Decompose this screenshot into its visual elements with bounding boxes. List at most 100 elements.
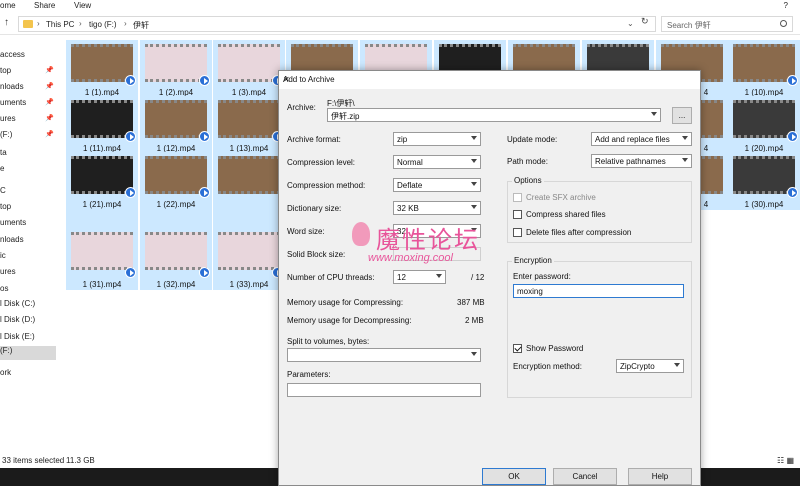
memory-decompress-value: 2 MB bbox=[465, 316, 484, 325]
chevron-down-icon bbox=[471, 182, 477, 186]
file-tile[interactable]: 1 (30).mp4 bbox=[728, 152, 800, 210]
split-volumes-combo[interactable] bbox=[287, 348, 481, 362]
up-arrow-icon[interactable]: ↑ bbox=[4, 17, 9, 28]
pin-icon: 📌 bbox=[45, 115, 54, 122]
video-thumbnail bbox=[733, 156, 795, 194]
file-tile[interactable]: 1 (3).mp4 bbox=[213, 40, 285, 98]
sidebar-item[interactable]: ures 📌 bbox=[0, 114, 56, 128]
update-mode-select[interactable]: Add and replace files bbox=[591, 132, 692, 146]
show-password-checkbox[interactable] bbox=[513, 344, 522, 353]
sidebar-item[interactable]: nloads bbox=[0, 235, 56, 249]
dictionary-size-label: Dictionary size: bbox=[287, 204, 342, 213]
ribbon-tab-share[interactable]: Share bbox=[34, 1, 55, 10]
password-input[interactable]: moxing bbox=[513, 284, 684, 298]
chevron-down-icon bbox=[471, 352, 477, 356]
sidebar-item[interactable]: top bbox=[0, 202, 56, 216]
file-tile[interactable]: 1 (33).mp4 bbox=[213, 210, 285, 290]
video-thumbnail bbox=[145, 232, 207, 270]
chevron-down-icon[interactable]: ⌄ bbox=[627, 19, 634, 28]
file-tile[interactable]: 1 (32).mp4 bbox=[140, 210, 212, 290]
selection-count: 33 items selected bbox=[2, 456, 65, 465]
sidebar-item[interactable]: ic bbox=[0, 251, 56, 265]
play-icon bbox=[199, 187, 210, 198]
parameters-input[interactable] bbox=[287, 383, 481, 397]
play-icon bbox=[125, 267, 136, 278]
sidebar-item[interactable]: os bbox=[0, 284, 56, 298]
sidebar-item-selected[interactable]: (F:) bbox=[0, 346, 56, 360]
video-thumbnail bbox=[218, 100, 280, 138]
file-tile[interactable]: 1 (22).mp4 bbox=[140, 152, 212, 210]
sidebar-item[interactable]: C bbox=[0, 186, 56, 200]
watermark-title: 魔性论坛 bbox=[376, 226, 480, 254]
file-tile[interactable]: 1 (12).mp4 bbox=[140, 96, 212, 154]
add-to-archive-dialog: Add to Archive ✕ Archive: F:\伊轩\ 伊轩.zip … bbox=[278, 70, 701, 486]
sidebar-item[interactable]: l Disk (E:) bbox=[0, 332, 56, 346]
search-input[interactable]: Search 伊轩 bbox=[661, 16, 793, 32]
file-tile[interactable]: 1 (1).mp4 bbox=[66, 40, 138, 98]
sidebar-item[interactable]: access bbox=[0, 50, 56, 64]
compression-method-select[interactable]: Deflate bbox=[393, 178, 481, 192]
sidebar-item[interactable]: ork bbox=[0, 368, 56, 382]
view-mode-icons[interactable]: ☷ ▦ bbox=[777, 456, 794, 465]
video-thumbnail bbox=[733, 44, 795, 82]
sidebar-item[interactable]: uments bbox=[0, 218, 56, 232]
sidebar-item[interactable]: uments 📌 bbox=[0, 98, 56, 112]
sidebar-item[interactable]: nloads 📌 bbox=[0, 82, 56, 96]
sfx-checkbox[interactable] bbox=[513, 193, 522, 202]
ribbon-tab-view[interactable]: View bbox=[74, 1, 91, 10]
breadcrumb-this-pc[interactable]: This PC bbox=[46, 20, 74, 29]
video-thumbnail bbox=[71, 100, 133, 138]
sidebar-item[interactable]: top 📌 bbox=[0, 66, 56, 80]
compression-level-select[interactable]: Normal bbox=[393, 155, 481, 169]
file-tile[interactable]: 1 (2).mp4 bbox=[140, 40, 212, 98]
cpu-threads-label: Number of CPU threads: bbox=[287, 273, 375, 282]
refresh-icon[interactable]: ↻ bbox=[641, 16, 649, 27]
chevron-right-icon: › bbox=[37, 19, 40, 28]
archive-format-select[interactable]: zip bbox=[393, 132, 481, 146]
chevron-right-icon: › bbox=[79, 19, 82, 28]
compress-shared-checkbox[interactable] bbox=[513, 210, 522, 219]
encryption-method-select[interactable]: ZipCrypto bbox=[616, 359, 684, 373]
play-icon bbox=[787, 131, 798, 142]
address-box[interactable]: › This PC › tigo (F:) › 伊轩 ⌄ bbox=[18, 16, 656, 32]
close-icon[interactable]: ✕ bbox=[283, 75, 694, 84]
cancel-button[interactable]: Cancel bbox=[553, 468, 617, 485]
sidebar-item[interactable]: l Disk (C:) bbox=[0, 299, 56, 313]
file-tile[interactable] bbox=[213, 152, 285, 210]
sidebar-item[interactable]: ta bbox=[0, 148, 56, 162]
help-button[interactable]: Help bbox=[628, 468, 692, 485]
sidebar-item[interactable]: (F:) 📌 bbox=[0, 130, 56, 144]
browse-button[interactable]: ... bbox=[672, 107, 692, 124]
help-icon[interactable]: ? bbox=[784, 1, 788, 10]
encryption-method-label: Encryption method: bbox=[513, 362, 582, 371]
video-thumbnail bbox=[218, 44, 280, 82]
breadcrumb-drive[interactable]: tigo (F:) bbox=[89, 20, 117, 29]
archive-name-combo[interactable]: 伊轩.zip bbox=[327, 108, 661, 122]
sidebar-item[interactable]: e bbox=[0, 164, 56, 178]
file-tile[interactable]: 1 (11).mp4 bbox=[66, 96, 138, 154]
search-placeholder: Search 伊轩 bbox=[667, 21, 711, 30]
file-tile[interactable]: 1 (20).mp4 bbox=[728, 96, 800, 154]
cpu-threads-max: / 12 bbox=[471, 273, 485, 282]
play-icon bbox=[199, 75, 210, 86]
breadcrumb-folder[interactable]: 伊轩 bbox=[133, 20, 149, 31]
watermark-url: www.moxing.cool bbox=[368, 252, 453, 264]
file-tile[interactable]: 1 (10).mp4 bbox=[728, 40, 800, 98]
delete-after-checkbox[interactable] bbox=[513, 228, 522, 237]
file-tile[interactable]: 1 (21).mp4 bbox=[66, 152, 138, 210]
dictionary-size-select[interactable]: 32 KB bbox=[393, 201, 481, 215]
file-tile[interactable]: 1 (13).mp4 bbox=[213, 96, 285, 154]
ribbon-tab-home[interactable]: ome bbox=[0, 1, 16, 10]
ok-button[interactable]: OK bbox=[482, 468, 546, 485]
dialog-title-bar: Add to Archive ✕ bbox=[279, 71, 700, 89]
chevron-down-icon bbox=[471, 136, 477, 140]
chevron-down-icon bbox=[436, 274, 442, 278]
sidebar-item[interactable]: ures bbox=[0, 267, 56, 281]
watermark: 魔性论坛 www.moxing.cool bbox=[352, 220, 492, 270]
sfx-label: Create SFX archive bbox=[526, 193, 596, 202]
cpu-threads-select[interactable]: 12 bbox=[393, 270, 446, 284]
sidebar-item[interactable]: l Disk (D:) bbox=[0, 315, 56, 329]
path-mode-select[interactable]: Relative pathnames bbox=[591, 154, 692, 168]
file-tile[interactable]: 1 (31).mp4 bbox=[66, 210, 138, 290]
encryption-group: Encryption Enter password: moxing Show P… bbox=[507, 256, 692, 398]
